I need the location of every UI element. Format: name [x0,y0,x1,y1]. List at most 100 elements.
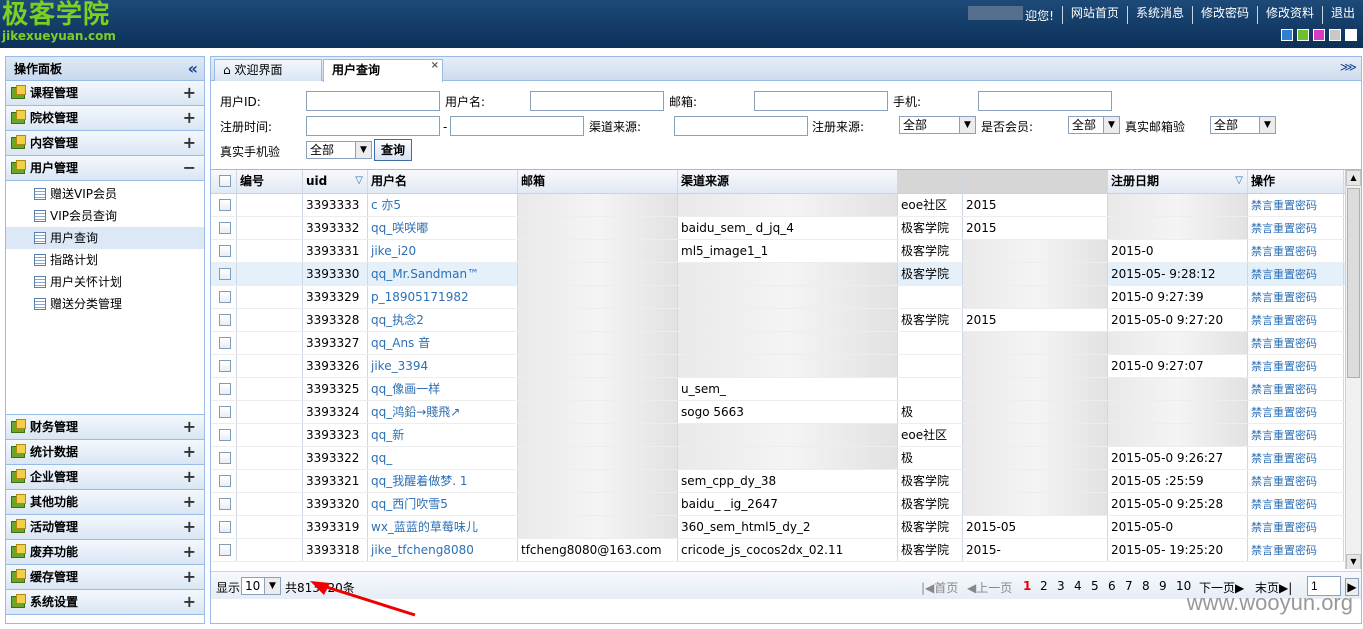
skin-swatch[interactable] [1329,29,1341,41]
collapse-icon[interactable]: « [188,57,198,81]
cell-text[interactable]: qq_鸿鉛→賤飛↗ [371,405,460,419]
table-row[interactable]: 3393319 wx_蓝蓝的草莓味儿 360_sem_html5_dy_2 极客学院 2… [211,516,1361,539]
select-all-checkbox[interactable] [211,170,237,193]
checkbox[interactable] [219,544,231,556]
row-actions[interactable]: 禁言重置密码 [1248,355,1344,377]
table-row[interactable]: 3393324 qq_鸿鉛→賤飛↗ sogo 5663 极 禁言重置密码 [211,401,1361,424]
menu-bottom-5[interactable]: 废弃功能 + [6,540,204,565]
row-actions[interactable]: 禁言重置密码 [1248,217,1344,239]
reg-time-start-input[interactable] [306,116,440,136]
cell-name[interactable]: qq_鸿鉛→賤飛↗ [368,401,518,423]
is-member-select[interactable]: 全部 ▼ [1068,116,1120,134]
cell-name[interactable]: jike_i20 [368,240,518,262]
sidebar-item-3[interactable]: 指路计划 [6,249,204,271]
nav-change-password[interactable]: 修改密码 [1191,6,1257,24]
row-checkbox-cell[interactable] [211,447,237,469]
cell-text[interactable]: wx_蓝蓝的草莓味儿 [371,520,478,534]
cell-text[interactable]: qq_Ans 音 [371,336,430,350]
action-links[interactable]: 禁言重置密码 [1251,291,1317,304]
cell-text[interactable]: qq_我醒着做梦. 1 [371,474,468,488]
nav-logout[interactable]: 退出 [1321,6,1363,24]
scroll-up-icon[interactable]: ▲ [1346,170,1361,186]
row-actions[interactable]: 禁言重置密码 [1248,516,1344,538]
close-icon[interactable]: × [431,57,439,76]
cell-name[interactable]: qq_像画一样 [368,378,518,400]
sidebar-item-1[interactable]: VIP会员查询 [6,205,204,227]
row-checkbox-cell[interactable] [211,286,237,308]
menu-bottom-4[interactable]: 活动管理 + [6,515,204,540]
expand-icon[interactable]: + [183,565,196,589]
checkbox[interactable] [219,314,231,326]
cell-text[interactable]: jike_i20 [371,244,416,258]
action-links[interactable]: 禁言重置密码 [1251,314,1317,327]
row-checkbox-cell[interactable] [211,332,237,354]
row-actions[interactable]: 禁言重置密码 [1248,286,1344,308]
checkbox[interactable] [219,383,231,395]
action-links[interactable]: 禁言重置密码 [1251,475,1317,488]
sort-icon[interactable]: ▽ [355,170,363,192]
expand-icon[interactable]: + [183,106,196,130]
row-checkbox-cell[interactable] [211,401,237,423]
cell-text[interactable]: qq_Mr.Sandman™ [371,267,479,281]
reg-source-select[interactable]: 全部 ▼ [899,116,976,134]
phone-input[interactable] [978,91,1112,111]
scroll-thumb[interactable] [1347,188,1360,378]
skin-swatch[interactable] [1281,29,1293,41]
expand-icon[interactable]: + [183,590,196,614]
cell-name[interactable]: jike_3394 [368,355,518,377]
cell-name[interactable]: qq_Ans 音 [368,332,518,354]
menu-bottom-2[interactable]: 企业管理 + [6,465,204,490]
row-checkbox-cell[interactable] [211,240,237,262]
checkbox[interactable] [219,475,231,487]
cell-name[interactable]: qq_咲咲嘟 [368,217,518,239]
action-links[interactable]: 禁言重置密码 [1251,360,1317,373]
menu-bottom-0[interactable]: 财务管理 + [6,415,204,440]
skin-swatch[interactable] [1297,29,1309,41]
row-actions[interactable]: 禁言重置密码 [1248,240,1344,262]
action-links[interactable]: 禁言重置密码 [1251,245,1317,258]
action-links[interactable]: 禁言重置密码 [1251,429,1317,442]
action-links[interactable]: 禁言重置密码 [1251,337,1317,350]
row-checkbox-cell[interactable] [211,194,237,216]
row-actions[interactable]: 禁言重置密码 [1248,539,1344,561]
nav-home[interactable]: 网站首页 [1061,6,1127,24]
cell-text[interactable]: qq_西门吹雪5 [371,497,448,511]
page-number-4[interactable]: 4 [1074,579,1082,593]
sort-icon[interactable]: ▽ [1235,170,1243,192]
checkbox[interactable] [219,337,231,349]
cell-name[interactable]: qq_执念2 [368,309,518,331]
action-links[interactable]: 禁言重置密码 [1251,383,1317,396]
checkbox[interactable] [219,291,231,303]
cell-name[interactable]: c 亦5 [368,194,518,216]
cell-name[interactable]: qq_Mr.Sandman™ [368,263,518,285]
action-links[interactable]: 禁言重置密码 [1251,268,1317,281]
row-actions[interactable]: 禁言重置密码 [1248,470,1344,492]
expand-icon[interactable]: + [183,131,196,155]
cell-name[interactable]: qq_ [368,447,518,469]
page-number-6[interactable]: 6 [1108,579,1116,593]
expand-icon[interactable]: + [183,515,196,539]
checkbox[interactable] [219,268,231,280]
email-input[interactable] [754,91,888,111]
menu-bottom-1[interactable]: 统计数据 + [6,440,204,465]
row-actions[interactable]: 禁言重置密码 [1248,309,1344,331]
row-actions[interactable]: 禁言重置密码 [1248,447,1344,469]
row-checkbox-cell[interactable] [211,263,237,285]
page-number-3[interactable]: 3 [1057,579,1065,593]
row-actions[interactable]: 禁言重置密码 [1248,401,1344,423]
channel-input[interactable] [674,116,808,136]
table-row[interactable]: 3393329 p_18905171982 2015-0 9:27:39 禁言重置密码 [211,286,1361,309]
row-checkbox-cell[interactable] [211,355,237,377]
table-row[interactable]: 3393328 qq_执念2 极客学院 2015 2015-05-0 9:27:20 禁言… [211,309,1361,332]
table-row[interactable]: 3393321 qq_我醒着做梦. 1 sem_cpp_dy_38 极客学院 2015… [211,470,1361,493]
cell-text[interactable]: jike_3394 [371,359,428,373]
skin-swatch[interactable] [1313,29,1325,41]
checkbox[interactable] [219,498,231,510]
table-row[interactable]: 3393318 jike_tfcheng8080 tfcheng8080@163.c… [211,539,1361,562]
action-links[interactable]: 禁言重置密码 [1251,521,1317,534]
expand-icon[interactable]: + [183,415,196,439]
cell-text[interactable]: jike_tfcheng8080 [371,543,474,557]
skin-swatch[interactable] [1345,29,1357,41]
nav-edit-profile[interactable]: 修改资料 [1256,6,1322,24]
query-button[interactable]: 查询 [374,139,412,161]
